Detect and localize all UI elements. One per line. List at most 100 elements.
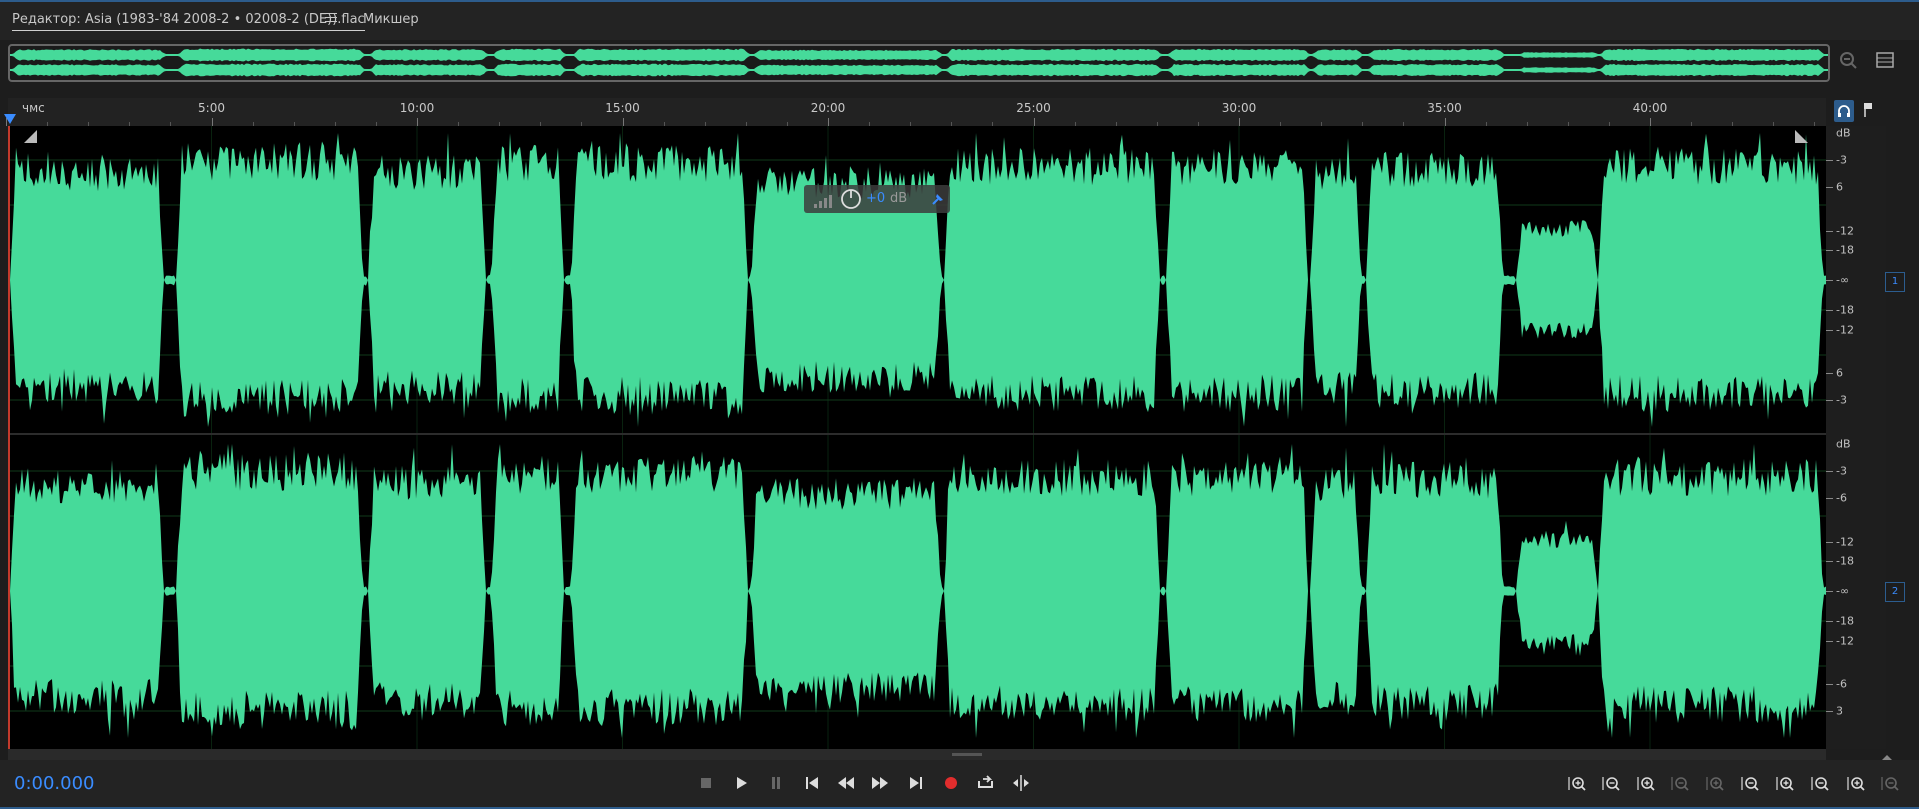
db-label: -3 — [1836, 464, 1847, 478]
rewind-button[interactable] — [834, 772, 858, 794]
ruler-tick — [417, 118, 418, 126]
zoom-in-at-in-point-button[interactable] — [1738, 773, 1762, 795]
ruler-tick — [1444, 118, 1446, 126]
db-label: -18 — [1836, 554, 1854, 568]
tab-mixer[interactable]: Микшер — [363, 12, 419, 27]
playhead-line — [8, 126, 10, 749]
db-scale: dB -3 6 -12 -18 -∞ -18 -12 6 -3 dB -3 -6 -12 -18 -∞ -18 -… — [1826, 126, 1886, 749]
current-time-display[interactable]: 0:00.000 — [14, 773, 95, 794]
scroll-up-icon[interactable] — [1882, 750, 1892, 760]
skip-selection-button[interactable] — [1009, 772, 1033, 794]
db-tick — [1826, 230, 1833, 232]
ruler-tick-label: 25:00 — [1016, 101, 1051, 115]
ruler-tick-label: 10:00 — [399, 101, 435, 115]
zoom-navigator-icon[interactable] — [1838, 50, 1858, 70]
zoom-disabled-icon — [1881, 777, 1899, 791]
zoom-out-point-icon — [1776, 777, 1794, 791]
volume-unit: dB — [890, 191, 908, 206]
stop-icon — [701, 778, 711, 788]
zoom-out-amplitude-button[interactable] — [1599, 773, 1623, 795]
db-header: dB — [1836, 437, 1851, 451]
channel-1-toggle[interactable]: 1 — [1885, 272, 1905, 292]
stop-button[interactable] — [694, 772, 718, 794]
play-button[interactable] — [729, 772, 753, 794]
db-label: -12 — [1836, 535, 1854, 548]
zoom-to-selection-button[interactable] — [1808, 773, 1832, 795]
db-tick — [1826, 280, 1833, 281]
record-icon — [945, 777, 957, 789]
db-tick — [1826, 310, 1833, 311]
db-label: -12 — [1836, 224, 1854, 237]
pause-icon — [772, 777, 780, 789]
ruler-tick-label: 30:00 — [1221, 101, 1257, 115]
ruler-tick-label: 15:00 — [605, 101, 640, 115]
pin-icon[interactable] — [930, 191, 946, 207]
db-tick — [1826, 471, 1833, 472]
zoom-disabled-button[interactable] — [1878, 773, 1902, 795]
fast-forward-button[interactable] — [868, 772, 892, 794]
zoom-out-time-button[interactable] — [1668, 773, 1692, 795]
ruler-tick — [1033, 118, 1035, 126]
db-label: -18 — [1836, 243, 1854, 257]
marker-pin-icon[interactable] — [1862, 102, 1874, 118]
headphones-icon[interactable] — [1834, 100, 1854, 122]
skip-forward-icon — [910, 777, 922, 789]
zoom-reset-button[interactable] — [1844, 773, 1868, 795]
waveform-editor[interactable] — [8, 126, 1826, 749]
db-tick — [1826, 640, 1833, 642]
db-label: 6 — [1836, 366, 1843, 380]
loop-playback-button[interactable] — [974, 772, 998, 794]
zoom-in-amplitude-icon — [1568, 777, 1586, 791]
horizontal-scrollbar[interactable] — [8, 749, 1826, 760]
db-tick — [1826, 498, 1833, 499]
db-header: dB — [1836, 126, 1851, 140]
db-tick — [1826, 541, 1833, 543]
zoom-in-time-button[interactable] — [1634, 773, 1658, 795]
zoom-out-full-button[interactable] — [1703, 773, 1727, 795]
volume-value[interactable]: +0 — [866, 191, 885, 206]
db-label: -12 — [1836, 634, 1854, 647]
channel-2-toggle[interactable]: 2 — [1885, 582, 1905, 602]
ruler-tick — [622, 118, 624, 126]
scrollbar-grip[interactable] — [952, 753, 982, 756]
ruler-tick — [1650, 118, 1651, 126]
zoom-out-full-icon — [1706, 777, 1724, 791]
pause-button[interactable] — [764, 772, 788, 794]
db-tick — [1826, 187, 1833, 188]
playhead-marker-icon[interactable] — [4, 114, 16, 126]
db-label: 3 — [1836, 704, 1843, 718]
loop-icon — [978, 775, 993, 788]
overview-channel-lower — [10, 63, 1828, 77]
go-to-end-button[interactable] — [904, 772, 928, 794]
volume-hud[interactable]: +0 dB — [804, 185, 950, 213]
db-tick — [1826, 591, 1833, 592]
rewind-icon — [838, 777, 854, 789]
panel-menu-icon[interactable] — [325, 13, 337, 24]
zoom-in-amplitude-button[interactable] — [1565, 773, 1589, 795]
tab-editor[interactable]: Редактор: Asia (1983-'84 2008-2 • 02008-… — [12, 12, 365, 31]
db-tick — [1826, 160, 1833, 161]
zoom-in-at-out-point-button[interactable] — [1773, 773, 1797, 795]
db-label: -3 — [1836, 393, 1847, 407]
ruler-tick — [1239, 118, 1240, 126]
ruler-tick-label: 5:00 — [198, 101, 225, 115]
ruler-tick-label: 40:00 — [1632, 101, 1668, 115]
db-tick — [1826, 561, 1833, 562]
ruler-tick — [828, 118, 829, 126]
record-button[interactable] — [939, 772, 963, 794]
time-ruler[interactable]: чмс 5:00 10:00 15:00 20:00 25:00 30:00 35:00 40… — [6, 98, 1826, 127]
db-label: -6 — [1836, 677, 1847, 691]
db-label: 6 — [1836, 180, 1843, 194]
ruler-tick — [211, 118, 213, 126]
volume-knob-icon[interactable] — [840, 188, 862, 210]
waveform-overview[interactable] — [8, 44, 1830, 82]
db-tick — [1826, 250, 1833, 251]
go-to-start-button[interactable] — [800, 772, 824, 794]
db-tick — [1826, 373, 1833, 374]
overview-waveform — [10, 48, 1828, 77]
ruler-unit-label: чмс — [22, 101, 45, 115]
skip-back-icon — [806, 777, 818, 789]
overview-options-icon[interactable] — [1876, 52, 1894, 68]
db-label: -6 — [1836, 491, 1847, 505]
db-label: -18 — [1836, 303, 1854, 317]
